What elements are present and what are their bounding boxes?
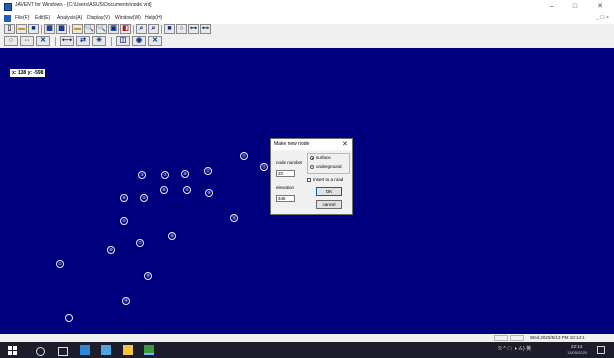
insert-road-label: Insert to a road: [313, 177, 344, 182]
link-multi-icon[interactable]: ⊷: [200, 24, 211, 34]
network-node[interactable]: ⑤: [120, 217, 128, 225]
menu-display[interactable]: Display(V): [87, 15, 110, 21]
status-cell: [494, 335, 508, 341]
notification-icon[interactable]: [597, 346, 605, 354]
folder-icon[interactable]: ▬: [72, 24, 83, 34]
clock-date[interactable]: 13/05/2020: [567, 350, 587, 355]
capture-tool-icon[interactable]: ◉: [132, 36, 146, 46]
menu-analysis[interactable]: Analysis(A): [57, 15, 82, 21]
link-tool-icon[interactable]: ⟷: [60, 36, 74, 46]
save-icon[interactable]: ■: [28, 24, 39, 34]
drawing-toolbar: ○ ⇔ ✕ ⟷ ⇄ ✳ ◫ ◉ ✕: [0, 36, 614, 48]
node-circle-icon[interactable]: ○: [176, 24, 187, 34]
app-icon: [4, 3, 12, 11]
network-node[interactable]: ⑦: [136, 239, 144, 247]
network-node[interactable]: ⑦: [161, 171, 169, 179]
make-new-node-dialog: Make new node ✕ node number elevation su…: [270, 138, 353, 215]
node-number-label: node number: [276, 160, 303, 165]
status-datetime: Wed,2020/5/13 PM 10:14:1: [530, 335, 585, 340]
menu-file[interactable]: File(F): [15, 15, 29, 21]
network-node[interactable]: ⑮: [230, 214, 238, 222]
dialog-close-button[interactable]: ✕: [342, 140, 348, 148]
network-node[interactable]: [65, 314, 73, 322]
link-icon[interactable]: ⊶: [188, 24, 199, 34]
grid-icon[interactable]: ▩: [56, 24, 67, 34]
network-node[interactable]: ⑪: [240, 152, 248, 160]
area-tool-icon[interactable]: ◫: [116, 36, 130, 46]
search-link-icon[interactable]: ⌕: [148, 24, 159, 34]
node-number-field[interactable]: [276, 170, 295, 177]
surface-radio-label: surface: [316, 155, 331, 160]
delete-node-tool-icon[interactable]: ✕: [36, 36, 50, 46]
mdi-window-controls[interactable]: _ ☐ ×: [596, 15, 609, 21]
clock-time[interactable]: 22:14: [571, 344, 582, 349]
menu-edit[interactable]: Edit(E): [35, 15, 50, 21]
surface-radio[interactable]: [310, 156, 314, 160]
menu-help[interactable]: Help(H): [145, 15, 162, 21]
network-node[interactable]: ⑩: [181, 170, 189, 178]
maximize-button[interactable]: □: [567, 2, 583, 11]
windows-start-icon[interactable]: [8, 346, 17, 355]
network-node[interactable]: ①: [56, 260, 64, 268]
network-node[interactable]: ⑫: [260, 163, 268, 171]
status-cell: [510, 335, 524, 341]
edge-browser-icon[interactable]: [80, 345, 90, 355]
network-node[interactable]: ⑩: [107, 246, 115, 254]
toolbar-separator: [69, 25, 70, 34]
cancel-button[interactable]: cancel: [316, 200, 342, 209]
zoom-in-icon[interactable]: 🔍: [84, 24, 95, 34]
network-node[interactable]: ③: [138, 171, 146, 179]
menu-window[interactable]: Window(W): [115, 15, 141, 21]
new-file-icon[interactable]: ▯: [4, 24, 15, 34]
coordinate-readout: x: 138 y: -598: [10, 69, 46, 77]
task-view-icon[interactable]: [58, 347, 68, 356]
circle-node-tool-icon[interactable]: ○: [4, 36, 18, 46]
network-node[interactable]: ⑥: [160, 186, 168, 194]
javent-taskbar-icon[interactable]: [144, 345, 154, 355]
toolbar-separator: [41, 25, 42, 34]
network-node[interactable]: ⑤: [140, 194, 148, 202]
dialog-title: Make new node: [274, 141, 310, 147]
export-icon[interactable]: ◧: [120, 24, 131, 34]
insert-road-checkbox[interactable]: [307, 178, 311, 182]
document-icon: [4, 15, 11, 22]
file-explorer-icon[interactable]: [123, 345, 133, 355]
table-icon[interactable]: ▦: [44, 24, 55, 34]
network-node[interactable]: ④: [120, 194, 128, 202]
system-tray[interactable]: ℛ ^ ☁ 🕨 ⁂) 英: [498, 345, 531, 352]
node-square-icon[interactable]: ■: [164, 24, 175, 34]
cross-link-tool-icon[interactable]: ✳: [92, 36, 106, 46]
open-folder-icon[interactable]: ▬: [16, 24, 27, 34]
toolbar-separator: [133, 25, 134, 34]
minimize-button[interactable]: –: [544, 2, 560, 11]
underground-radio[interactable]: [310, 165, 314, 169]
zoom-out-icon[interactable]: 🔍: [96, 24, 107, 34]
network-node[interactable]: ⑭: [144, 272, 152, 280]
ok-button[interactable]: OK: [316, 187, 342, 196]
underground-radio-label: underground: [316, 164, 342, 169]
fit-view-icon[interactable]: ▣: [108, 24, 119, 34]
network-node[interactable]: ⑭: [122, 297, 130, 305]
store-icon[interactable]: [101, 345, 111, 355]
toolbar-separator: [161, 25, 162, 34]
network-node[interactable]: ⑪: [204, 167, 212, 175]
delete-link-tool-icon[interactable]: ✕: [148, 36, 162, 46]
elevation-label: elevation: [276, 185, 295, 190]
close-button[interactable]: ✕: [592, 2, 608, 11]
network-node[interactable]: ⑤: [183, 186, 191, 194]
network-node[interactable]: ⑯: [168, 232, 176, 240]
main-toolbar: ▯ ▬ ■ ▦ ▩ ▬ 🔍 🔍 ▣ ◧ ⌕ ⌕ ■ ○ ⊶ ⊷: [0, 24, 614, 36]
window-title: JAVENT for Windows - [C:\Users\ASUS\Docu…: [15, 2, 152, 8]
search-node-icon[interactable]: ⌕: [136, 24, 147, 34]
network-node[interactable]: ⑨: [205, 189, 213, 197]
move-tool-icon[interactable]: ⇔: [20, 36, 34, 46]
toolbar-separator: [55, 37, 56, 46]
toolbar-separator: [111, 37, 112, 46]
two-way-link-tool-icon[interactable]: ⇄: [76, 36, 90, 46]
search-icon[interactable]: [36, 347, 45, 356]
elevation-field[interactable]: [276, 195, 295, 202]
